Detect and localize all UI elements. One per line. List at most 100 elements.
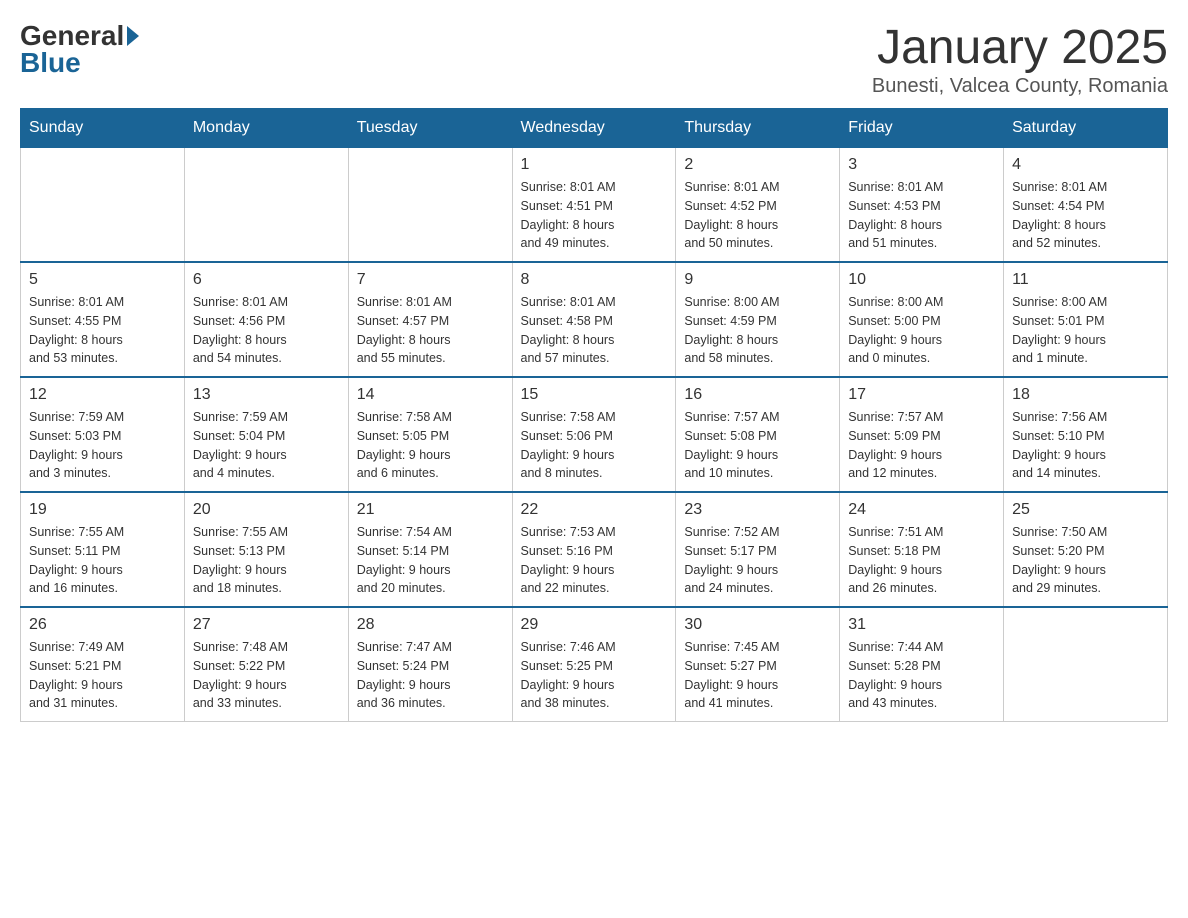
day-number: 11 [1012, 271, 1159, 289]
day-info: Sunrise: 7:55 AM Sunset: 5:13 PM Dayligh… [193, 523, 340, 598]
calendar-cell: 19Sunrise: 7:55 AM Sunset: 5:11 PM Dayli… [21, 492, 185, 607]
day-number: 23 [684, 501, 831, 519]
day-info: Sunrise: 7:57 AM Sunset: 5:08 PM Dayligh… [684, 408, 831, 483]
day-info: Sunrise: 7:44 AM Sunset: 5:28 PM Dayligh… [848, 638, 995, 713]
day-info: Sunrise: 7:54 AM Sunset: 5:14 PM Dayligh… [357, 523, 504, 598]
day-number: 20 [193, 501, 340, 519]
day-header-monday: Monday [184, 109, 348, 148]
day-info: Sunrise: 8:01 AM Sunset: 4:53 PM Dayligh… [848, 178, 995, 253]
calendar-cell: 28 Sunrise: 7:47 AM Sunset: 5:24 PM Dayli… [348, 607, 512, 722]
day-number: 14 [357, 386, 504, 404]
calendar-cell: 26 Sunrise: 7:49 AM Sunset: 5:21 PM Dayli… [21, 607, 185, 722]
day-info: Sunrise: 8:01 AM Sunset: 4:58 PM Dayligh… [521, 293, 668, 368]
day-number: 25 [1012, 501, 1159, 519]
page-header: General Blue January 2025 Bunesti, Valce… [20, 20, 1168, 98]
day-number: 26 [29, 616, 176, 634]
calendar-cell: 5 Sunrise: 8:01 AM Sunset: 4:55 PM Daylig… [21, 262, 185, 377]
calendar-cell: 9 Sunrise: 8:00 AM Sunset: 4:59 PM Daylig… [676, 262, 840, 377]
day-info: Sunrise: 8:01 AM Sunset: 4:57 PM Dayligh… [357, 293, 504, 368]
calendar-cell: 11 Sunrise: 8:00 AM Sunset: 5:01 PM Dayli… [1004, 262, 1168, 377]
day-info: Sunrise: 8:00 AM Sunset: 4:59 PM Dayligh… [684, 293, 831, 368]
day-info: Sunrise: 7:49 AM Sunset: 5:21 PM Dayligh… [29, 638, 176, 713]
calendar-cell: 6 Sunrise: 8:01 AM Sunset: 4:56 PM Daylig… [184, 262, 348, 377]
day-info: Sunrise: 7:57 AM Sunset: 5:09 PM Dayligh… [848, 408, 995, 483]
day-header-sunday: Sunday [21, 109, 185, 148]
calendar-cell: 30Sunrise: 7:45 AM Sunset: 5:27 PM Dayli… [676, 607, 840, 722]
day-header-wednesday: Wednesday [512, 109, 676, 148]
day-info: Sunrise: 8:01 AM Sunset: 4:56 PM Dayligh… [193, 293, 340, 368]
day-info: Sunrise: 7:58 AM Sunset: 5:06 PM Dayligh… [521, 408, 668, 483]
day-number: 13 [193, 386, 340, 404]
title-area: January 2025 Bunesti, Valcea County, Rom… [872, 20, 1168, 98]
day-header-saturday: Saturday [1004, 109, 1168, 148]
calendar-cell: 23 Sunrise: 7:52 AM Sunset: 5:17 PM Dayli… [676, 492, 840, 607]
day-info: Sunrise: 8:01 AM Sunset: 4:51 PM Dayligh… [521, 178, 668, 253]
day-info: Sunrise: 7:52 AM Sunset: 5:17 PM Dayligh… [684, 523, 831, 598]
calendar-cell: 21Sunrise: 7:54 AM Sunset: 5:14 PM Dayli… [348, 492, 512, 607]
day-info: Sunrise: 7:53 AM Sunset: 5:16 PM Dayligh… [521, 523, 668, 598]
calendar-cell: 12Sunrise: 7:59 AM Sunset: 5:03 PM Dayli… [21, 377, 185, 492]
week-row-1: 1Sunrise: 8:01 AM Sunset: 4:51 PM Daylig… [21, 148, 1168, 263]
day-number: 2 [684, 156, 831, 174]
calendar-cell: 29 Sunrise: 7:46 AM Sunset: 5:25 PM Dayli… [512, 607, 676, 722]
day-number: 3 [848, 156, 995, 174]
day-number: 22 [521, 501, 668, 519]
calendar-cell: 4 Sunrise: 8:01 AM Sunset: 4:54 PM Daylig… [1004, 148, 1168, 263]
calendar-cell: 8 Sunrise: 8:01 AM Sunset: 4:58 PM Daylig… [512, 262, 676, 377]
calendar-table: SundayMondayTuesdayWednesdayThursdayFrid… [20, 108, 1168, 722]
logo-blue: Blue [20, 47, 81, 79]
day-number: 16 [684, 386, 831, 404]
logo-arrow-icon [127, 26, 139, 46]
day-number: 31 [848, 616, 995, 634]
calendar-cell: 22 Sunrise: 7:53 AM Sunset: 5:16 PM Dayli… [512, 492, 676, 607]
calendar-cell [21, 148, 185, 263]
calendar-cell: 3 Sunrise: 8:01 AM Sunset: 4:53 PM Daylig… [840, 148, 1004, 263]
day-number: 5 [29, 271, 176, 289]
day-number: 24 [848, 501, 995, 519]
calendar-cell: 25Sunrise: 7:50 AM Sunset: 5:20 PM Dayli… [1004, 492, 1168, 607]
day-number: 17 [848, 386, 995, 404]
calendar-cell: 2Sunrise: 8:01 AM Sunset: 4:52 PM Daylig… [676, 148, 840, 263]
day-header-friday: Friday [840, 109, 1004, 148]
day-number: 10 [848, 271, 995, 289]
week-row-2: 5 Sunrise: 8:01 AM Sunset: 4:55 PM Daylig… [21, 262, 1168, 377]
calendar-cell: 10 Sunrise: 8:00 AM Sunset: 5:00 PM Dayli… [840, 262, 1004, 377]
day-number: 28 [357, 616, 504, 634]
calendar-cell: 31 Sunrise: 7:44 AM Sunset: 5:28 PM Dayli… [840, 607, 1004, 722]
day-info: Sunrise: 8:01 AM Sunset: 4:55 PM Dayligh… [29, 293, 176, 368]
day-info: Sunrise: 7:59 AM Sunset: 5:03 PM Dayligh… [29, 408, 176, 483]
day-number: 18 [1012, 386, 1159, 404]
location: Bunesti, Valcea County, Romania [872, 75, 1168, 98]
day-header-thursday: Thursday [676, 109, 840, 148]
day-info: Sunrise: 7:47 AM Sunset: 5:24 PM Dayligh… [357, 638, 504, 713]
day-header-tuesday: Tuesday [348, 109, 512, 148]
day-info: Sunrise: 8:00 AM Sunset: 5:01 PM Dayligh… [1012, 293, 1159, 368]
week-row-5: 26 Sunrise: 7:49 AM Sunset: 5:21 PM Dayli… [21, 607, 1168, 722]
day-info: Sunrise: 7:45 AM Sunset: 5:27 PM Dayligh… [684, 638, 831, 713]
day-info: Sunrise: 8:01 AM Sunset: 4:54 PM Dayligh… [1012, 178, 1159, 253]
day-info: Sunrise: 8:00 AM Sunset: 5:00 PM Dayligh… [848, 293, 995, 368]
day-number: 29 [521, 616, 668, 634]
calendar-cell: 1Sunrise: 8:01 AM Sunset: 4:51 PM Daylig… [512, 148, 676, 263]
calendar-cell [1004, 607, 1168, 722]
calendar-cell: 20 Sunrise: 7:55 AM Sunset: 5:13 PM Dayli… [184, 492, 348, 607]
day-info: Sunrise: 7:48 AM Sunset: 5:22 PM Dayligh… [193, 638, 340, 713]
day-number: 27 [193, 616, 340, 634]
calendar-cell: 16 Sunrise: 7:57 AM Sunset: 5:08 PM Dayli… [676, 377, 840, 492]
calendar-cell: 7 Sunrise: 8:01 AM Sunset: 4:57 PM Daylig… [348, 262, 512, 377]
day-number: 15 [521, 386, 668, 404]
day-number: 8 [521, 271, 668, 289]
day-number: 9 [684, 271, 831, 289]
day-info: Sunrise: 7:51 AM Sunset: 5:18 PM Dayligh… [848, 523, 995, 598]
day-info: Sunrise: 7:46 AM Sunset: 5:25 PM Dayligh… [521, 638, 668, 713]
day-number: 7 [357, 271, 504, 289]
day-number: 6 [193, 271, 340, 289]
calendar-cell: 14 Sunrise: 7:58 AM Sunset: 5:05 PM Dayli… [348, 377, 512, 492]
calendar-cell: 24 Sunrise: 7:51 AM Sunset: 5:18 PM Dayli… [840, 492, 1004, 607]
day-info: Sunrise: 7:56 AM Sunset: 5:10 PM Dayligh… [1012, 408, 1159, 483]
month-title: January 2025 [872, 20, 1168, 75]
calendar-cell: 18 Sunrise: 7:56 AM Sunset: 5:10 PM Dayli… [1004, 377, 1168, 492]
calendar-cell: 15 Sunrise: 7:58 AM Sunset: 5:06 PM Dayli… [512, 377, 676, 492]
day-info: Sunrise: 7:58 AM Sunset: 5:05 PM Dayligh… [357, 408, 504, 483]
day-number: 4 [1012, 156, 1159, 174]
